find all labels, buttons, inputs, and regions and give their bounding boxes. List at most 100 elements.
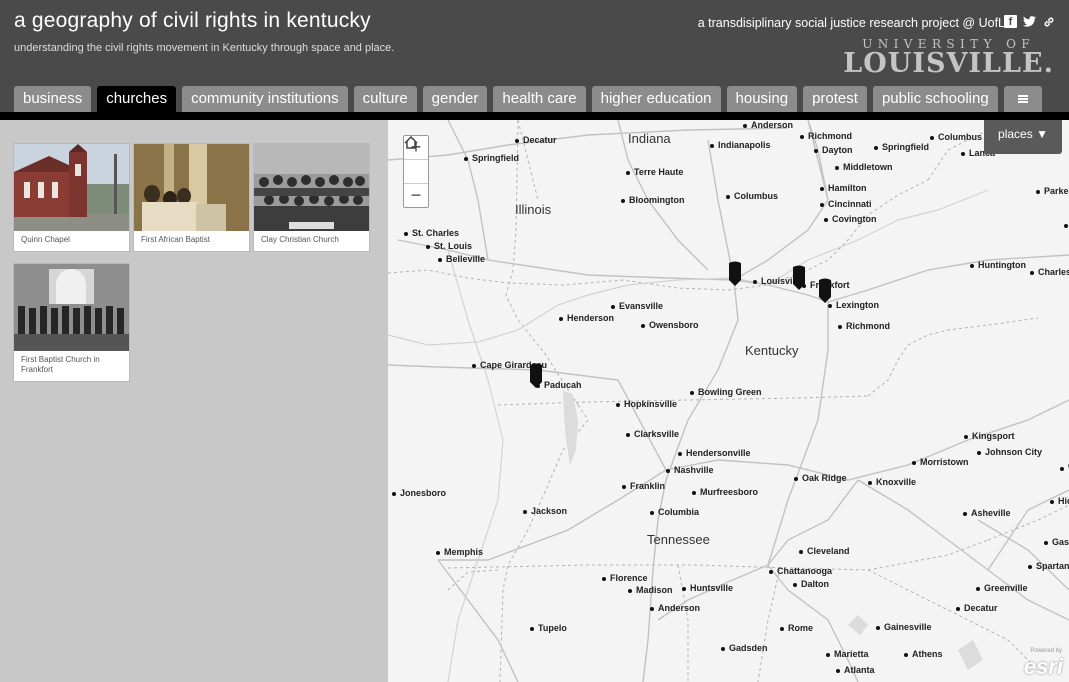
logo-bottom-text: LOUISVILLE.	[843, 48, 1054, 79]
university-logo[interactable]: UNIVERSITY OF LOUISVILLE.	[843, 38, 1054, 79]
map-marker-icon[interactable]	[792, 264, 806, 291]
city-dot	[799, 549, 803, 554]
city-dot	[820, 186, 824, 191]
city-label: Springfield	[464, 153, 519, 163]
tabs-menu-button[interactable]	[1003, 86, 1042, 112]
city-label: Gastonia	[1044, 537, 1069, 547]
city-label: Win	[1060, 463, 1069, 473]
tab-churches[interactable]: churches	[97, 86, 177, 112]
link-icon[interactable]	[1042, 15, 1055, 28]
city-dot	[426, 244, 430, 249]
site-title[interactable]: a geography of civil rights in kentucky	[14, 9, 371, 33]
tab-health-care[interactable]: health care	[493, 86, 586, 112]
city-name: Dalton	[801, 579, 829, 589]
header-divider	[0, 112, 1069, 120]
city-name: Kingsport	[972, 431, 1015, 441]
state-label-indiana: Indiana	[628, 131, 671, 146]
card-thumbnail	[134, 144, 249, 231]
card-label: First Baptist Church in Frankfort	[21, 355, 100, 374]
city-dot	[956, 606, 960, 611]
places-dropdown-button[interactable]: places ▼	[984, 120, 1062, 154]
city-name: Charleston	[1038, 267, 1069, 277]
home-button[interactable]	[404, 136, 428, 184]
city-label: Belleville	[438, 254, 485, 264]
esri-logo[interactable]: esri	[1024, 654, 1063, 680]
zoom-out-button[interactable]: −	[404, 184, 428, 207]
city-name: Anderson	[751, 120, 794, 130]
tab-community-institutions[interactable]: community institutions	[182, 86, 348, 112]
city-dot	[743, 123, 747, 128]
city-label: St. Charles	[404, 228, 459, 238]
map-marker-icon[interactable]	[818, 277, 832, 304]
city-dot	[650, 606, 654, 611]
project-tagline[interactable]: a transdisiplinary social justice resear…	[698, 16, 1005, 30]
city-name: Dayton	[822, 145, 853, 155]
city-name: Hick	[1058, 496, 1069, 506]
city-label: Anderson	[650, 603, 700, 613]
city-dot	[682, 586, 686, 591]
city-label: Huntington	[970, 260, 1026, 270]
city-dot	[838, 324, 842, 329]
city-name: Richmond	[846, 321, 890, 331]
gallery-card-first-baptist-frankfort[interactable]: First Baptist Church in Frankfort	[14, 264, 129, 381]
tab-business[interactable]: business	[14, 86, 92, 112]
city-label: Middletown	[835, 162, 893, 172]
twitter-icon[interactable]	[1023, 15, 1036, 28]
tab-gender[interactable]: gender	[422, 86, 488, 112]
social-links: f	[1004, 15, 1055, 28]
city-name: Columbus	[938, 132, 982, 142]
basemap	[388, 120, 1069, 682]
tab-housing[interactable]: housing	[726, 86, 798, 112]
city-dot	[793, 582, 797, 587]
tab-culture[interactable]: culture	[353, 86, 417, 112]
city-label: Columbia	[650, 507, 699, 517]
card-label: Clay Christian Church	[261, 235, 339, 244]
city-label: Marietta	[826, 649, 869, 659]
card-thumbnail	[254, 144, 369, 231]
city-dot	[690, 390, 694, 395]
city-label: Chattanooga	[769, 566, 832, 576]
city-dot	[616, 402, 620, 407]
city-name: Johnson City	[985, 447, 1043, 457]
city-dot	[392, 491, 396, 496]
city-label: Dayton	[814, 145, 853, 155]
facebook-icon[interactable]: f	[1004, 15, 1017, 28]
city-label: Richmond	[838, 321, 890, 331]
city-name: Madison	[636, 585, 673, 595]
city-label: Columbus	[726, 191, 778, 201]
city-label: Clarksville	[626, 429, 679, 439]
city-dot	[436, 550, 440, 555]
city-label: Decatur	[956, 603, 998, 613]
category-tabs: business churches community institutions…	[14, 86, 1042, 112]
city-name: Henderson	[567, 313, 615, 323]
map-marker-icon[interactable]	[529, 362, 543, 389]
gallery-card-clay-christian-church[interactable]: Clay Christian Church	[254, 144, 369, 251]
city-name: Columbia	[658, 507, 700, 517]
city-name: Florence	[610, 573, 648, 583]
tab-public-schooling[interactable]: public schooling	[872, 86, 998, 112]
city-dot	[876, 625, 880, 630]
city-dot	[964, 434, 968, 439]
city-label: Evansville	[611, 301, 663, 311]
city-dot	[828, 303, 832, 308]
city-name: Cincinnati	[828, 199, 872, 209]
tab-higher-education[interactable]: higher education	[591, 86, 721, 112]
gallery-card-first-african-baptist[interactable]: First African Baptist	[134, 144, 249, 251]
city-dot	[1050, 499, 1054, 504]
state-label-tennessee: Tennessee	[647, 532, 710, 547]
city-name: Franklin	[630, 481, 666, 491]
map-marker-icon[interactable]	[728, 260, 742, 287]
city-label: Terre Haute	[626, 167, 683, 177]
city-name: Jackson	[531, 506, 568, 516]
city-label: Jackson	[523, 506, 567, 516]
city-name: Parkersb	[1044, 186, 1069, 196]
city-dot	[836, 668, 840, 673]
home-icon	[404, 136, 418, 149]
tab-protest[interactable]: protest	[803, 86, 867, 112]
city-name: Hamilton	[828, 183, 867, 193]
map-view[interactable]: Indiana Illinois Kentucky Tennessee Deca…	[388, 120, 1069, 682]
gallery-card-quinn-chapel[interactable]: Quinn Chapel	[14, 144, 129, 251]
city-dot	[438, 257, 442, 262]
city-dot	[1064, 223, 1068, 228]
state-label-illinois: Illinois	[515, 202, 552, 217]
